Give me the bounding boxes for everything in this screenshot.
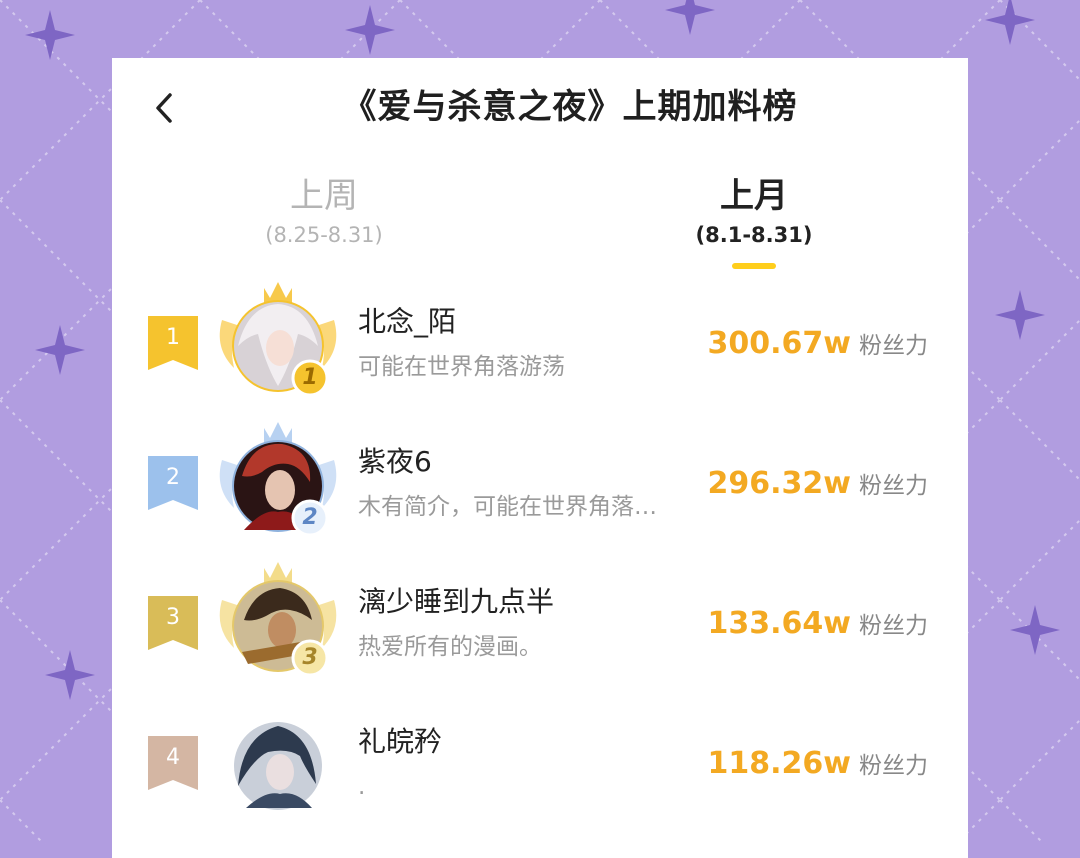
gold-crown-frame-icon bbox=[219, 282, 337, 397]
rank-number: 2 bbox=[166, 465, 180, 490]
fan-power-score: 118.26w 粉丝力 bbox=[708, 744, 928, 788]
ranking-row-1[interactable]: 1 1 北念_陌 可能在世界角落游荡 300.67w 粉丝力 bbox=[112, 282, 968, 406]
user-bio: 可能在世界角落游荡 bbox=[358, 354, 565, 380]
tab-last-week[interactable]: 上周 (8.25-8.31) bbox=[204, 176, 444, 250]
user-name[interactable]: 北念_陌 bbox=[358, 304, 456, 340]
ranking-row-4[interactable]: 4 礼皖矜 . 118.26w 粉丝力 bbox=[112, 706, 968, 826]
user-avatar-icon bbox=[234, 722, 322, 810]
user-bio: 热爱所有的漫画。 bbox=[358, 634, 542, 660]
score-unit: 粉丝力 bbox=[859, 753, 928, 779]
avatar[interactable]: 3 bbox=[208, 556, 348, 696]
tab-date-range: (8.1-8.31) bbox=[695, 223, 813, 247]
back-button[interactable] bbox=[142, 86, 186, 130]
tab-label: 上周 bbox=[290, 176, 358, 216]
user-name[interactable]: 漓少睡到九点半 bbox=[358, 584, 554, 620]
tab-last-month[interactable]: 上月 (8.1-8.31) bbox=[634, 176, 874, 250]
tab-date-range: (8.25-8.31) bbox=[265, 223, 383, 247]
score-unit: 粉丝力 bbox=[859, 613, 928, 639]
rank-badge: 2 bbox=[302, 505, 318, 530]
user-name[interactable]: 礼皖矜 bbox=[358, 724, 442, 760]
score-unit: 粉丝力 bbox=[859, 473, 928, 499]
fan-power-score: 296.32w 粉丝力 bbox=[708, 464, 928, 508]
rank-number: 4 bbox=[166, 745, 180, 770]
page-title: 《爱与杀意之夜》上期加料榜 bbox=[342, 87, 798, 127]
avatar[interactable] bbox=[208, 696, 348, 836]
leaderboard-card: 《爱与杀意之夜》上期加料榜 上周 (8.25-8.31) 上月 (8.1-8.3… bbox=[112, 58, 968, 858]
avatar[interactable]: 2 bbox=[208, 416, 348, 556]
user-bio: 木有简介，可能在世界角落… bbox=[358, 494, 657, 520]
tab-label: 上月 bbox=[720, 176, 788, 216]
active-tab-indicator bbox=[732, 263, 776, 269]
ranking-row-2[interactable]: 2 2 紫夜6 木有简介，可能在世界角落… 296.32w 粉丝力 bbox=[112, 422, 968, 546]
rank-number: 3 bbox=[166, 605, 180, 630]
rank-badge: 1 bbox=[302, 365, 318, 390]
avatar[interactable]: 1 bbox=[208, 276, 348, 416]
score-value: 133.64w bbox=[707, 606, 851, 641]
fan-power-score: 300.67w 粉丝力 bbox=[708, 324, 928, 368]
rank-number: 1 bbox=[166, 325, 180, 350]
ranking-row-3[interactable]: 3 3 漓少睡到九点半 热爱所有的漫画。 133.64w 粉丝力 bbox=[112, 562, 968, 686]
silver-crown-frame-icon bbox=[219, 422, 337, 537]
rank-badge: 3 bbox=[302, 645, 318, 670]
score-value: 296.32w bbox=[707, 466, 851, 501]
user-bio: . bbox=[358, 774, 366, 800]
score-value: 118.26w bbox=[707, 746, 851, 781]
fan-power-score: 133.64w 粉丝力 bbox=[708, 604, 928, 648]
chevron-left-icon bbox=[156, 93, 172, 123]
user-name[interactable]: 紫夜6 bbox=[358, 444, 432, 480]
score-unit: 粉丝力 bbox=[859, 333, 928, 359]
bronze-crown-frame-icon bbox=[219, 562, 337, 677]
score-value: 300.67w bbox=[707, 326, 851, 361]
